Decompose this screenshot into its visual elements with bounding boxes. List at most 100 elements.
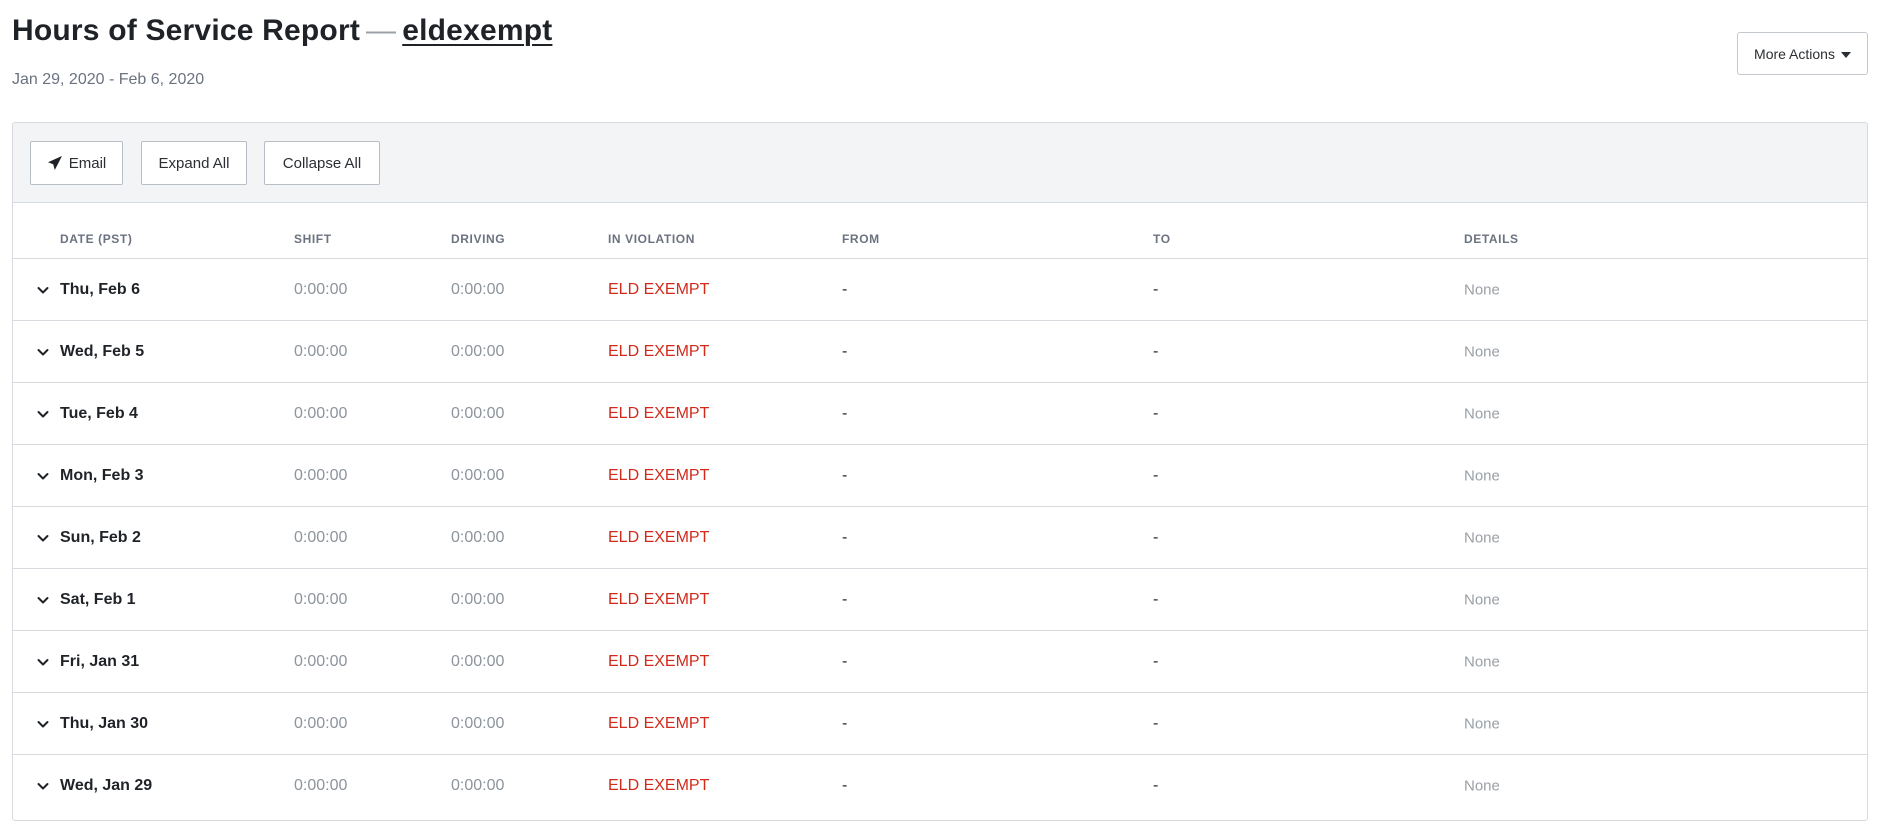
column-header-to[interactable]: TO xyxy=(1153,232,1171,246)
column-header-violation[interactable]: IN VIOLATION xyxy=(608,232,695,246)
more-actions-button[interactable]: More Actions xyxy=(1737,32,1868,75)
row-driving: 0:00:00 xyxy=(451,342,505,360)
column-header-driving[interactable]: DRIVING xyxy=(451,232,505,246)
row-details: None xyxy=(1464,777,1500,795)
page-title: Hours of Service Report — eldexempt xyxy=(12,14,552,48)
row-driving: 0:00:00 xyxy=(451,652,505,670)
row-date: Thu, Feb 6 xyxy=(60,280,140,298)
row-date: Tue, Feb 4 xyxy=(60,404,138,422)
email-button[interactable]: Email xyxy=(30,141,123,185)
row-violation: ELD EXEMPT xyxy=(608,528,710,546)
row-shift: 0:00:00 xyxy=(294,280,348,298)
row-details: None xyxy=(1464,281,1500,298)
chevron-down-icon[interactable] xyxy=(35,468,51,484)
date-range: Jan 29, 2020 - Feb 6, 2020 xyxy=(12,71,205,88)
row-date: Sun, Feb 2 xyxy=(60,528,141,546)
table-row[interactable]: Wed, Feb 5 0:00:00 0:00:00 ELD EXEMPT - … xyxy=(13,321,1867,383)
row-shift: 0:00:00 xyxy=(294,590,348,608)
chevron-down-icon[interactable] xyxy=(35,282,51,298)
chevron-down-icon[interactable] xyxy=(35,406,51,422)
row-date: Wed, Feb 5 xyxy=(60,342,145,360)
table-row[interactable]: Thu, Feb 6 0:00:00 0:00:00 ELD EXEMPT - … xyxy=(13,259,1867,321)
row-from: - xyxy=(842,466,848,484)
row-violation: ELD EXEMPT xyxy=(608,280,710,298)
row-violation: ELD EXEMPT xyxy=(608,466,710,484)
row-shift: 0:00:00 xyxy=(294,342,348,360)
row-violation: ELD EXEMPT xyxy=(608,590,710,608)
row-from: - xyxy=(842,652,848,670)
chevron-down-icon[interactable] xyxy=(35,530,51,546)
chevron-down-icon[interactable] xyxy=(35,716,51,732)
chevron-down-icon[interactable] xyxy=(35,654,51,670)
table-row[interactable]: Sun, Feb 2 0:00:00 0:00:00 ELD EXEMPT - … xyxy=(13,507,1867,569)
row-from: - xyxy=(842,404,848,422)
row-to: - xyxy=(1153,777,1159,794)
row-to: - xyxy=(1153,590,1159,608)
table-row[interactable]: Mon, Feb 3 0:00:00 0:00:00 ELD EXEMPT - … xyxy=(13,445,1867,507)
row-date: Mon, Feb 3 xyxy=(60,466,144,484)
row-from: - xyxy=(842,590,848,608)
row-shift: 0:00:00 xyxy=(294,466,348,484)
report-panel: Email Expand All Collapse All DATE (PST)… xyxy=(12,122,1868,821)
row-details: None xyxy=(1464,653,1500,670)
expand-all-button[interactable]: Expand All xyxy=(141,141,247,185)
row-details: None xyxy=(1464,343,1500,360)
row-to: - xyxy=(1153,404,1159,422)
row-violation: ELD EXEMPT xyxy=(608,404,710,422)
row-from: - xyxy=(842,528,848,546)
row-driving: 0:00:00 xyxy=(451,466,505,484)
row-shift: 0:00:00 xyxy=(294,777,348,794)
row-to: - xyxy=(1153,280,1159,298)
row-violation: ELD EXEMPT xyxy=(608,714,710,732)
paper-plane-icon xyxy=(47,155,63,171)
row-date: Fri, Jan 31 xyxy=(60,652,140,670)
table-body: Thu, Feb 6 0:00:00 0:00:00 ELD EXEMPT - … xyxy=(13,259,1867,817)
row-date: Sat, Feb 1 xyxy=(60,590,136,608)
row-driving: 0:00:00 xyxy=(451,404,505,422)
more-actions-label: More Actions xyxy=(1754,45,1835,62)
caret-down-icon xyxy=(1840,51,1851,58)
table-row[interactable]: Thu, Jan 30 0:00:00 0:00:00 ELD EXEMPT -… xyxy=(13,693,1867,755)
column-header-from[interactable]: FROM xyxy=(842,232,880,246)
column-header-shift[interactable]: SHIFT xyxy=(294,232,332,246)
row-driving: 0:00:00 xyxy=(451,590,505,608)
row-driving: 0:00:00 xyxy=(451,777,505,794)
chevron-down-icon[interactable] xyxy=(35,592,51,608)
row-driving: 0:00:00 xyxy=(451,714,505,732)
email-label: Email xyxy=(68,154,107,172)
row-to: - xyxy=(1153,342,1159,360)
row-details: None xyxy=(1464,591,1500,608)
row-from: - xyxy=(842,280,848,298)
chevron-down-icon[interactable] xyxy=(35,344,51,360)
row-violation: ELD EXEMPT xyxy=(608,777,710,794)
table-row[interactable]: Tue, Feb 4 0:00:00 0:00:00 ELD EXEMPT - … xyxy=(13,383,1867,445)
collapse-all-button[interactable]: Collapse All xyxy=(264,141,380,185)
row-to: - xyxy=(1153,652,1159,670)
table-row[interactable]: Fri, Jan 31 0:00:00 0:00:00 ELD EXEMPT -… xyxy=(13,631,1867,693)
table-header: DATE (PST) SHIFT DRIVING IN VIOLATION FR… xyxy=(13,203,1867,259)
table-row[interactable]: Wed, Jan 29 0:00:00 0:00:00 ELD EXEMPT -… xyxy=(13,755,1867,817)
row-details: None xyxy=(1464,715,1500,732)
chevron-down-icon[interactable] xyxy=(35,778,51,794)
row-shift: 0:00:00 xyxy=(294,652,348,670)
row-violation: ELD EXEMPT xyxy=(608,342,710,360)
row-from: - xyxy=(842,714,848,732)
column-header-date[interactable]: DATE (PST) xyxy=(60,232,132,246)
row-driving: 0:00:00 xyxy=(451,280,505,298)
row-date: Wed, Jan 29 xyxy=(60,777,153,794)
table-row[interactable]: Sat, Feb 1 0:00:00 0:00:00 ELD EXEMPT - … xyxy=(13,569,1867,631)
row-to: - xyxy=(1153,714,1159,732)
row-details: None xyxy=(1464,529,1500,546)
row-shift: 0:00:00 xyxy=(294,404,348,422)
row-details: None xyxy=(1464,405,1500,422)
row-shift: 0:00:00 xyxy=(294,714,348,732)
row-to: - xyxy=(1153,466,1159,484)
toolbar: Email Expand All Collapse All xyxy=(13,123,1867,203)
driver-link[interactable]: eldexempt xyxy=(402,14,552,47)
row-to: - xyxy=(1153,528,1159,546)
row-details: None xyxy=(1464,467,1500,484)
title-separator: — xyxy=(366,14,397,47)
row-driving: 0:00:00 xyxy=(451,528,505,546)
row-from: - xyxy=(842,777,848,794)
column-header-details[interactable]: DETAILS xyxy=(1464,232,1519,246)
